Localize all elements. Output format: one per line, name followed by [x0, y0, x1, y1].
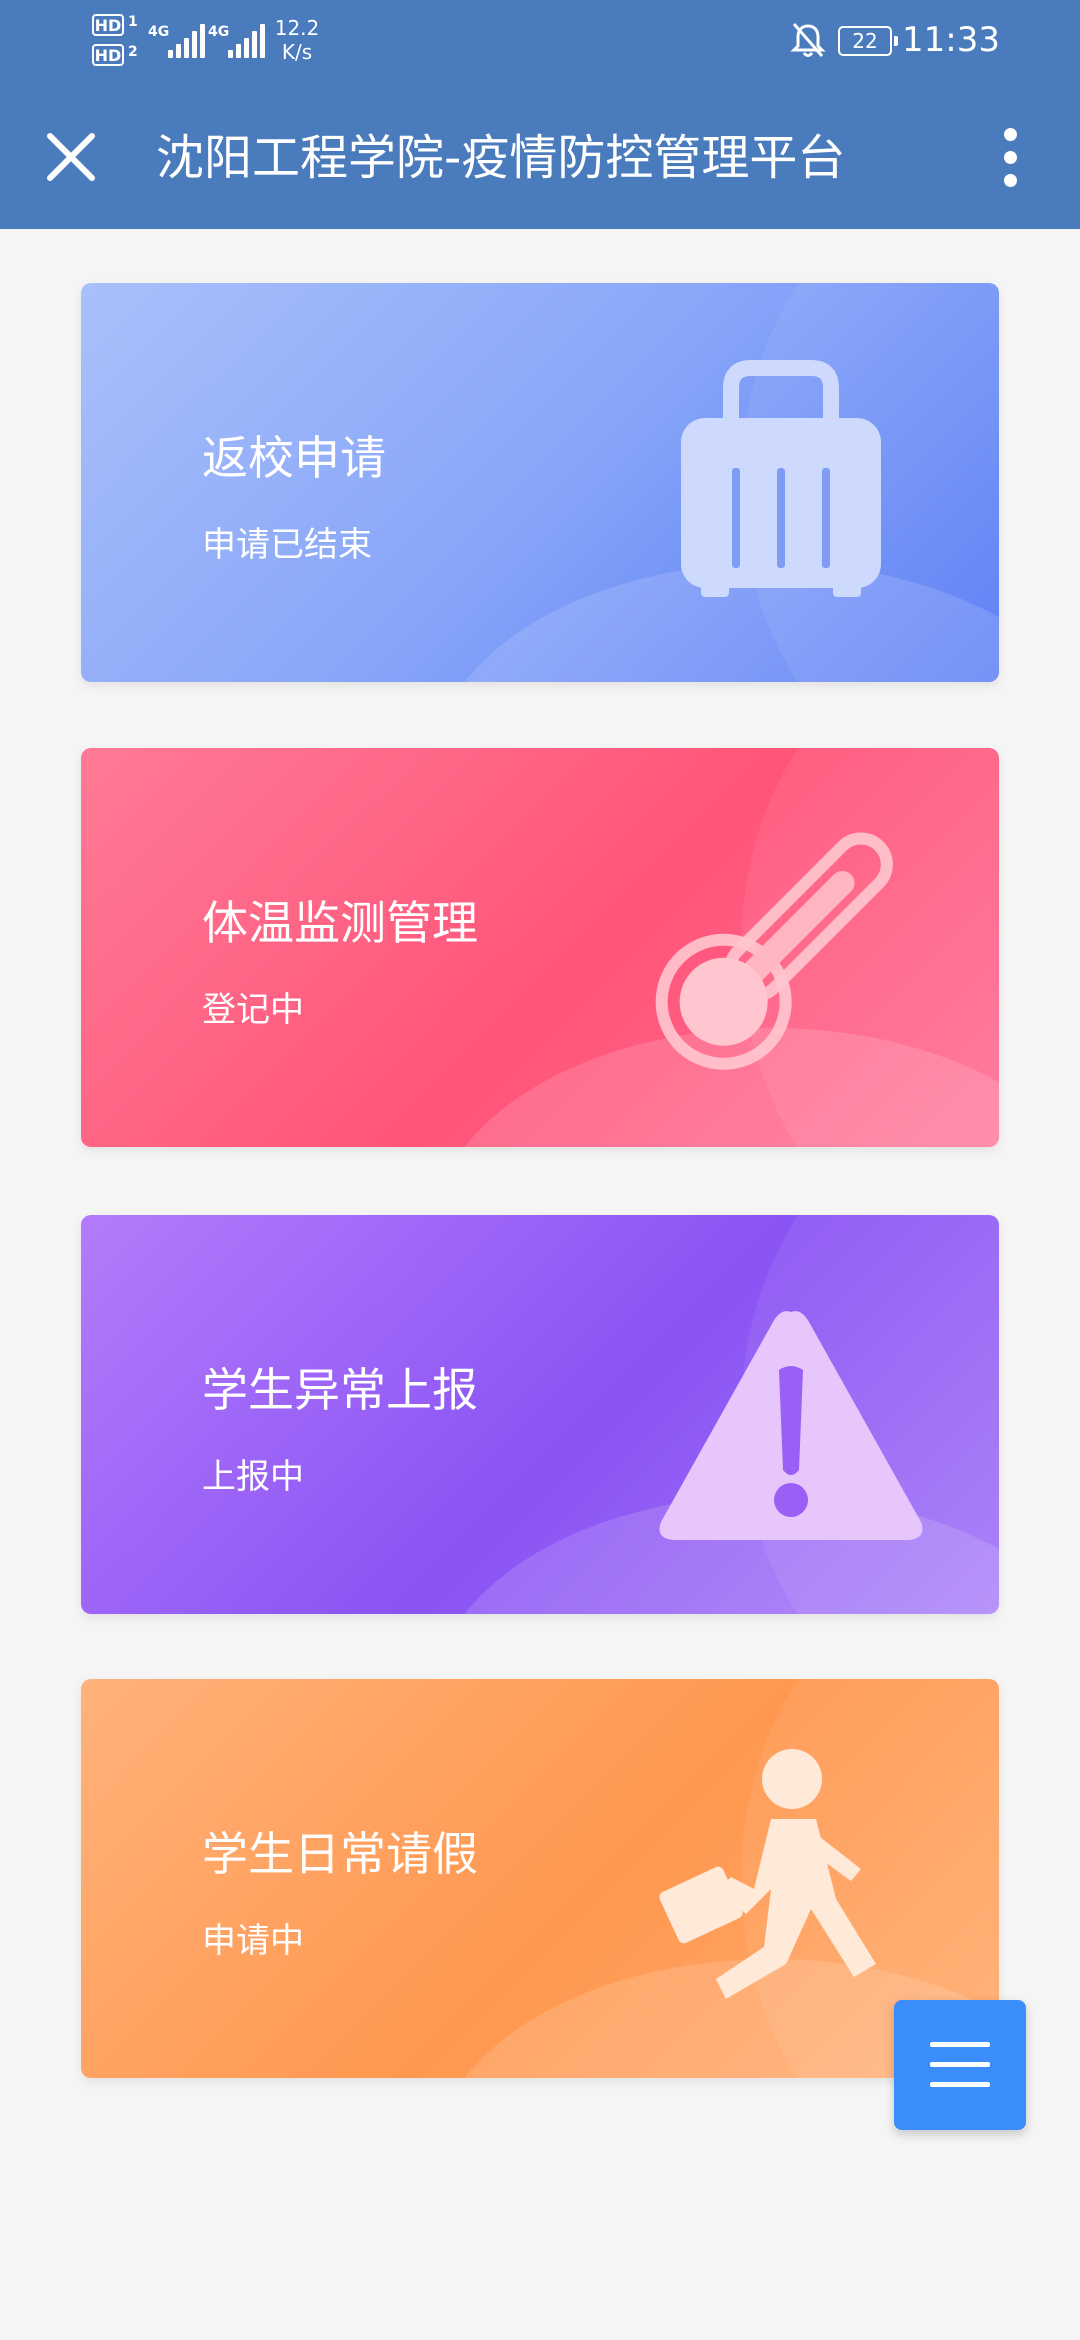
suitcase-icon: [681, 360, 881, 597]
card-abnormal-report[interactable]: 学生异常上报 上报中: [81, 1215, 999, 1614]
card-status: 上报中: [202, 1457, 304, 1497]
card-status: 申请中: [202, 1921, 304, 1961]
thermometer-icon: [655, 832, 893, 1070]
page-title: 沈阳工程学院-疫情防控管理平台: [156, 130, 846, 186]
status-time: 11:33: [902, 20, 1000, 60]
walking-person-icon: [659, 1749, 876, 1999]
battery-indicator: 22: [838, 26, 898, 56]
bell-muted-icon: [790, 23, 826, 57]
menu-button[interactable]: [894, 2000, 1026, 2130]
card-return-to-school[interactable]: 返校申请 申请已结束: [81, 283, 999, 682]
app-header: HD HD 1 2 4G 4G 12.2 K/s 22 11:33 沈阳工程学院…: [0, 0, 1080, 229]
card-title: 体温监测管理: [202, 896, 478, 950]
card-title: 学生异常上报: [202, 1363, 478, 1417]
more-options-icon[interactable]: [990, 118, 1030, 196]
status-bar: HD HD 1 2 4G 4G 12.2 K/s 22 11:33: [0, 0, 1080, 82]
card-status: 登记中: [202, 990, 304, 1030]
network-speed: 12.2 K/s: [274, 16, 320, 64]
close-icon[interactable]: [32, 118, 110, 196]
card-daily-leave[interactable]: 学生日常请假 申请中: [81, 1679, 999, 2078]
card-temperature-monitoring[interactable]: 体温监测管理 登记中: [81, 748, 999, 1147]
hd-badge-1: HD: [92, 14, 124, 36]
warning-icon: [659, 1311, 923, 1540]
sim-1-index: 1: [128, 14, 138, 30]
sim-2-index: 2: [128, 44, 138, 60]
hd-badge-2: HD: [92, 44, 124, 66]
sim-indicators: HD HD 1 2: [92, 14, 140, 74]
card-title: 学生日常请假: [202, 1827, 478, 1881]
card-status: 申请已结束: [202, 525, 372, 565]
card-title: 返校申请: [202, 431, 386, 485]
